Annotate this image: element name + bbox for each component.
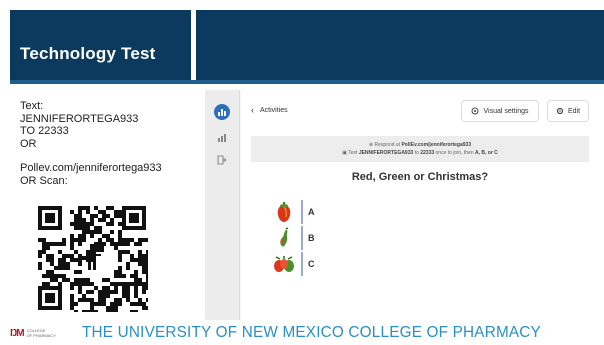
option-divider bbox=[301, 252, 303, 276]
slide-footer: ŊM COLLEGE OF PHARMACY THE UNIVERSITY OF… bbox=[10, 321, 604, 345]
visual-settings-button[interactable]: Visual settings bbox=[461, 100, 539, 122]
respond-web-prefix: Respond at bbox=[374, 142, 402, 148]
respond-web-url: PollEv.com/jenniferortega933 bbox=[401, 142, 472, 148]
slide-title: Technology Test bbox=[20, 44, 156, 63]
respond-line-text: ▣ Text JENNIFERORTEGA933 to 22333 once t… bbox=[251, 149, 589, 157]
instr-text-label: Text: bbox=[20, 100, 44, 112]
edit-label: Edit bbox=[567, 107, 581, 115]
edit-button[interactable]: Edit bbox=[547, 100, 589, 122]
poll-option-a[interactable]: A bbox=[271, 200, 331, 224]
back-label: Activities bbox=[260, 106, 288, 114]
logo-text: COLLEGE OF PHARMACY bbox=[27, 328, 56, 338]
respond-text-number: 22333 bbox=[420, 150, 435, 156]
university-name: THE UNIVERSITY OF NEW MEXICO COLLEGE OF … bbox=[82, 324, 541, 341]
option-divider bbox=[301, 226, 303, 250]
exit-icon[interactable] bbox=[214, 152, 230, 168]
instr-scan: OR Scan: bbox=[20, 174, 68, 187]
header-right-band bbox=[196, 10, 604, 80]
respond-instructions-banner: ⊕ Respond at PollEv.com/jenniferortega93… bbox=[251, 136, 589, 162]
activity-toolbar: ‹ Activities Visual settings Edit bbox=[241, 100, 597, 124]
results-icon[interactable] bbox=[214, 130, 230, 146]
globe-icon: ⊕ bbox=[368, 142, 374, 148]
green-pepper-icon bbox=[271, 226, 297, 250]
respond-text-options: A, B, or C bbox=[475, 150, 498, 156]
option-divider bbox=[301, 200, 303, 224]
poll-question: Red, Green or Christmas? bbox=[351, 171, 489, 183]
visual-settings-icon bbox=[471, 107, 479, 115]
respond-text-prefix: Text bbox=[348, 150, 359, 156]
header-underline bbox=[10, 80, 604, 84]
respond-text-code: JENNIFERORTEGA933 bbox=[358, 150, 414, 156]
unm-pharmacy-logo: ŊM COLLEGE OF PHARMACY bbox=[10, 323, 80, 343]
option-label: A bbox=[308, 207, 315, 217]
red-pepper-icon bbox=[271, 200, 297, 224]
back-to-activities-link[interactable]: ‹ Activities bbox=[251, 105, 288, 115]
logo-line-2: OF PHARMACY bbox=[26, 333, 56, 338]
instr-number: TO 22333 bbox=[20, 125, 69, 137]
respond-line-web: ⊕ Respond at PollEv.com/jenniferortega93… bbox=[251, 141, 589, 149]
instr-or: OR bbox=[20, 137, 37, 150]
poll-option-c[interactable]: C bbox=[271, 252, 331, 276]
unm-logo-icon: ŊM bbox=[10, 327, 25, 339]
option-label: B bbox=[308, 233, 315, 243]
join-instructions: Text: JENNIFERORTEGA933 TO 22333 OR Poll… bbox=[20, 100, 200, 187]
poll-option-b[interactable]: B bbox=[271, 226, 331, 250]
pollev-screenshot: ‹ Activities Visual settings Edit ⊕ Resp… bbox=[205, 90, 597, 320]
activity-rail bbox=[205, 90, 240, 320]
christmas-peppers-icon bbox=[271, 252, 297, 276]
respond-text-suffix: once to join, then bbox=[434, 150, 476, 156]
option-label: C bbox=[308, 259, 315, 269]
gear-icon bbox=[556, 107, 564, 115]
chevron-left-icon: ‹ bbox=[251, 105, 254, 115]
instr-url: Pollev.com/jenniferortega933 bbox=[20, 162, 162, 174]
sms-icon: ▣ bbox=[342, 150, 347, 156]
activity-icon[interactable] bbox=[214, 104, 230, 120]
activity-content: ‹ Activities Visual settings Edit ⊕ Resp… bbox=[241, 90, 597, 320]
instr-keyword: JENNIFERORTEGA933 bbox=[20, 112, 139, 125]
qr-code[interactable] bbox=[36, 204, 150, 314]
visual-settings-label: Visual settings bbox=[483, 107, 529, 115]
